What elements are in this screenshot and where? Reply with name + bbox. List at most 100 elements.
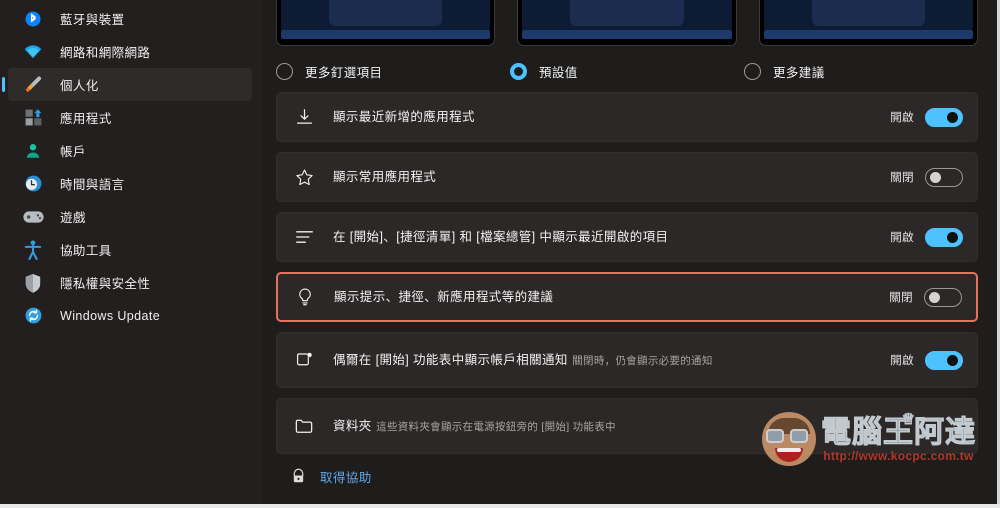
setting-control: 開啟 [890,107,963,127]
sidebar-item-label: 遊戲 [60,211,86,225]
sidebar-item-time-language[interactable]: 時間與語言 [8,167,252,200]
paintbrush-icon [22,74,44,96]
toggle-knob [947,354,958,366]
setting-text: 顯示常用應用程式 [333,168,890,186]
setting-row-suggestions[interactable]: 顯示提示、捷徑、新應用程式等的建議 關閉 [276,272,978,322]
clock-globe-icon [22,173,44,195]
preview-start-menu [570,0,684,26]
get-help-label: 取得協助 [320,470,372,485]
setting-text: 在 [開始]、[捷徑清單] 和 [檔案總管] 中顯示最近開啟的項目 [333,228,890,246]
radio-more-recommendations[interactable]: 更多建議 [744,62,978,81]
setting-row-folders[interactable]: 資料夾 這些資料夾會顯示在電源按鈕旁的 [開始] 功能表中 › [276,398,978,454]
sidebar-item-label: 帳戶 [60,145,86,159]
preview-taskbar [281,30,491,39]
preview-start-menu [811,0,925,26]
help-lock-icon [288,468,308,485]
sidebar-item-privacy-security[interactable]: 隱私權與安全性 [8,266,252,299]
toggle-recently-opened-items[interactable] [925,227,963,247]
sidebar-item-label: 應用程式 [60,112,112,126]
setting-control: 開啟 [890,350,963,370]
setting-title: 顯示最近新增的應用程式 [333,110,475,124]
setting-text: 顯示最近新增的應用程式 [333,108,890,126]
setting-title: 偶爾在 [開始] 功能表中顯示帳戶相關通知 [333,353,568,367]
toggle-account-notifications[interactable] [925,350,963,370]
get-help-link[interactable]: 取得協助 [276,464,978,488]
toggle-knob [930,171,941,183]
radio-more-pins[interactable]: 更多釘選項目 [276,62,510,81]
sidebar-item-label: 藍牙與裝置 [60,13,125,27]
toggle-state-label: 關閉 [889,292,913,304]
wifi-icon [22,41,44,63]
sidebar-item-label: 網路和網際網路 [60,46,151,60]
preview-taskbar [522,30,732,39]
layout-preview-more-pins[interactable] [276,0,496,46]
setting-control: 關閉 [890,167,963,187]
sidebar-item-bluetooth[interactable]: 藍牙與裝置 [8,2,252,35]
radio-label: 更多釘選項目 [305,65,383,80]
update-icon [22,305,44,327]
toggle-state-label: 開啟 [890,232,914,244]
download-icon [289,108,319,127]
sidebar-item-accessibility[interactable]: 協助工具 [8,233,252,266]
sidebar-item-network[interactable]: 網路和網際網路 [8,35,252,68]
chevron-right-icon[interactable]: › [957,420,963,433]
preview-taskbar [763,30,973,39]
setting-control: › [957,420,963,433]
setting-text: 顯示提示、捷徑、新應用程式等的建議 [334,288,889,306]
layout-preview-row [276,0,978,46]
setting-row-account-notifications[interactable]: 偶爾在 [開始] 功能表中顯示帳戶相關通知 關閉時，仍會顯示必要的通知 開啟 [276,332,978,388]
settings-window: 藍牙與裝置 網路和網際網路 個人化 應用程式 帳戶 時間與語言 遊戲 協助工具 … [0,0,1000,508]
accessibility-icon [22,239,44,261]
lightbulb-icon [290,287,320,307]
sidebar-item-personalization[interactable]: 個人化 [2,68,252,101]
sidebar-item-windows-update[interactable]: Windows Update [8,299,252,332]
list-icon [289,229,319,245]
toggle-suggestions[interactable] [924,287,962,307]
bluetooth-icon [22,8,44,30]
setting-title: 顯示常用應用程式 [333,170,437,184]
layout-preview-more-recommendations[interactable] [758,0,978,46]
radio-circle-icon [276,62,293,80]
radio-label: 預設值 [539,65,578,80]
shield-icon [22,272,44,294]
folder-icon [289,417,319,435]
setting-subtitle: 關閉時，仍會顯示必要的通知 [572,355,713,367]
setting-text: 資料夾 這些資料夾會顯示在電源按鈕旁的 [開始] 功能表中 [333,417,957,435]
radio-circle-icon [744,62,761,80]
sidebar-item-label: 協助工具 [60,244,112,258]
toggle-knob [929,291,940,303]
setting-row-recently-added-apps[interactable]: 顯示最近新增的應用程式 開啟 [276,92,978,142]
sidebar-item-label: 時間與語言 [60,178,125,192]
sidebar-item-label: 個人化 [60,79,99,93]
sidebar-item-label: 隱私權與安全性 [60,277,151,291]
radio-label: 更多建議 [773,65,825,80]
toggle-state-label: 開啟 [890,355,914,367]
setting-text: 偶爾在 [開始] 功能表中顯示帳戶相關通知 關閉時，仍會顯示必要的通知 [333,351,890,369]
radio-default[interactable]: 預設值 [510,62,744,81]
window-bottom-edge [0,504,1000,508]
star-icon [289,168,319,187]
setting-title: 在 [開始]、[捷徑清單] 和 [檔案總管] 中顯示最近開啟的項目 [333,230,669,244]
sidebar-item-label: Windows Update [60,308,161,323]
setting-row-most-used-apps[interactable]: 顯示常用應用程式 關閉 [276,152,978,202]
sidebar-item-accounts[interactable]: 帳戶 [8,134,252,167]
setting-control: 開啟 [890,227,963,247]
notification-badge-icon [289,351,319,370]
setting-title: 顯示提示、捷徑、新應用程式等的建議 [334,290,554,304]
account-icon [22,140,44,162]
setting-row-recently-opened-items[interactable]: 在 [開始]、[捷徑清單] 和 [檔案總管] 中顯示最近開啟的項目 開啟 [276,212,978,262]
setting-title: 資料夾 [333,419,372,433]
setting-control: 關閉 [889,287,962,307]
toggle-knob [947,111,958,123]
toggle-knob [947,231,958,243]
toggle-state-label: 關閉 [890,172,914,184]
toggle-most-used-apps[interactable] [925,167,963,187]
sidebar-item-apps[interactable]: 應用程式 [8,101,252,134]
radio-circle-icon [510,62,527,80]
layout-preview-default[interactable] [517,0,737,46]
preview-start-menu [329,0,443,26]
toggle-recently-added-apps[interactable] [925,107,963,127]
gamepad-icon [22,206,44,228]
setting-subtitle: 這些資料夾會顯示在電源按鈕旁的 [開始] 功能表中 [376,421,616,433]
sidebar-item-gaming[interactable]: 遊戲 [8,200,252,233]
